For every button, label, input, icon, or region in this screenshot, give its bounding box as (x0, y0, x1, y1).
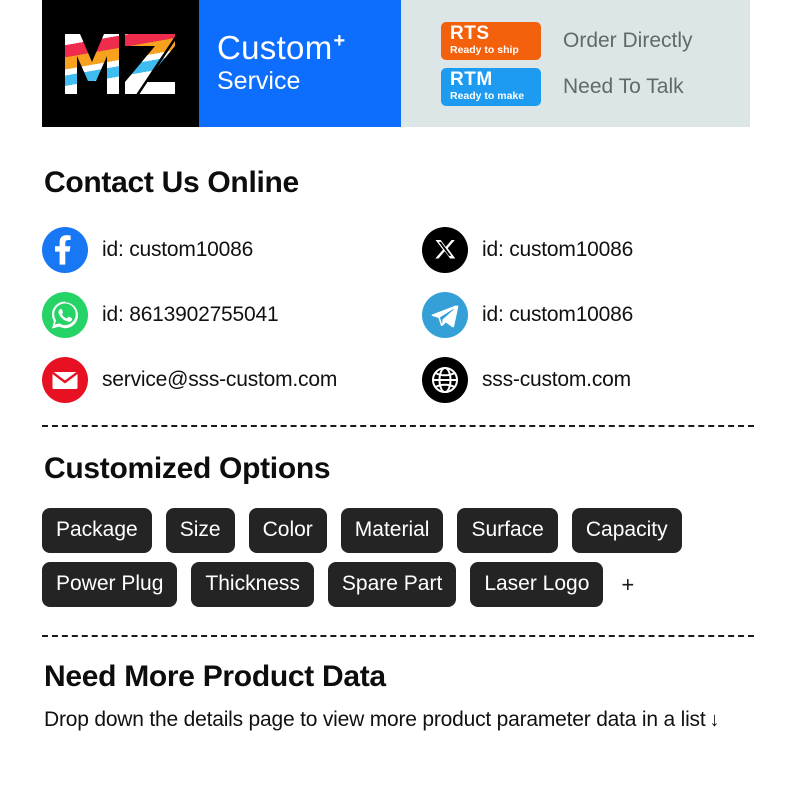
plus-icon[interactable]: + (617, 573, 638, 596)
rts-badge-code: RTS (450, 22, 490, 44)
product-data-description-text: Drop down the details page to view more … (44, 708, 706, 731)
brand-title-primary-text: Custom (217, 28, 333, 66)
options-section-heading: Customized Options (44, 452, 331, 485)
option-chip-power-plug[interactable]: Power Plug (42, 562, 178, 607)
contact-item-x[interactable]: id: custom10086 (422, 222, 754, 277)
brand-banner: Custom+ Service RTS Ready to ship Order … (42, 0, 750, 127)
contact-text-telegram: id: custom10086 (482, 302, 634, 326)
contact-section-heading: Contact Us Online (44, 166, 299, 199)
badge-row-rtm: RTM Ready to make Need To Talk (441, 67, 750, 106)
contact-item-website[interactable]: sss-custom.com (422, 352, 754, 407)
brand-title-plus: + (333, 29, 346, 52)
contact-list: id: custom10086 id: custom10086 id: 8613… (42, 222, 754, 407)
customized-options-chip-list: Package Size Color Material Surface Capa… (42, 508, 758, 607)
x-twitter-icon (422, 226, 468, 273)
brand-logo-panel (42, 0, 199, 127)
rtm-badge-note: Need To Talk (563, 74, 684, 98)
brand-title-primary: Custom+ (217, 28, 401, 66)
contact-item-telegram[interactable]: id: custom10086 (422, 287, 754, 342)
mz-letter-mask (61, 30, 180, 97)
promo-page: Custom+ Service RTS Ready to ship Order … (0, 0, 800, 800)
badge-row-rts: RTS Ready to ship Order Directly (441, 21, 750, 60)
contact-item-facebook[interactable]: id: custom10086 (42, 222, 422, 277)
mz-logo-icon (61, 30, 180, 97)
contact-item-whatsapp[interactable]: id: 8613902755041 (42, 287, 422, 342)
section-divider-top (42, 425, 754, 427)
availability-badges: RTS Ready to ship Order Directly RTM Rea… (401, 0, 750, 127)
option-chip-material[interactable]: Material (340, 508, 444, 553)
option-chip-thickness[interactable]: Thickness (191, 562, 314, 607)
rtm-badge: RTM Ready to make (441, 67, 541, 106)
contact-text-x: id: custom10086 (482, 237, 634, 261)
product-data-description: Drop down the details page to view more … (44, 706, 756, 734)
contact-text-email: service@sss-custom.com (102, 367, 338, 391)
option-chip-capacity[interactable]: Capacity (571, 508, 682, 553)
rts-badge-caption: Ready to ship (450, 43, 519, 56)
contact-item-email[interactable]: service@sss-custom.com (42, 352, 422, 407)
section-divider-bottom (42, 635, 754, 637)
rts-badge-note: Order Directly (563, 28, 693, 52)
telegram-icon (422, 291, 468, 338)
rtm-badge-caption: Ready to make (450, 89, 525, 102)
option-chip-package[interactable]: Package (42, 508, 152, 553)
brand-title-secondary: Service (217, 67, 301, 96)
brand-title-panel: Custom+ Service (199, 0, 401, 127)
option-chip-spare-part[interactable]: Spare Part (327, 562, 457, 607)
globe-icon (422, 356, 468, 403)
option-chip-size[interactable]: Size (165, 508, 235, 553)
contact-text-whatsapp: id: 8613902755041 (102, 302, 279, 326)
rtm-badge-code: RTM (450, 68, 493, 90)
option-chip-surface[interactable]: Surface (457, 508, 558, 553)
contact-text-facebook: id: custom10086 (102, 237, 254, 261)
rts-badge: RTS Ready to ship (441, 21, 541, 60)
option-chip-color[interactable]: Color (248, 508, 327, 553)
contact-text-website: sss-custom.com (482, 367, 631, 391)
facebook-icon (42, 226, 88, 273)
email-icon (42, 356, 88, 403)
down-arrow-icon: ↓ (709, 709, 720, 731)
option-chip-laser-logo[interactable]: Laser Logo (470, 562, 604, 607)
whatsapp-icon (42, 291, 88, 338)
product-data-heading: Need More Product Data (44, 660, 386, 693)
